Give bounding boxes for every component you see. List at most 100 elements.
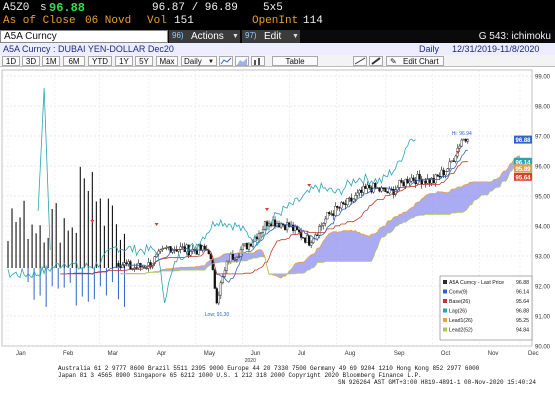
y-tick-label: 98.00 [535,105,551,111]
candle-body [318,226,321,236]
legend-swatch [443,280,447,284]
draw-tool-button[interactable] [369,56,383,66]
hi-annotation: Hi: 96.94 [452,131,472,137]
frequency-dropdown[interactable]: Daily ▼ [181,56,217,66]
actions-menu-label: Actions [191,31,224,42]
low-annotation: Low: 91.30 [205,312,230,318]
candle-body [127,261,130,265]
candle-body [177,249,180,252]
candle-body [265,221,269,227]
line-chart-type-button[interactable] [219,56,233,66]
legend-series-value: 95.64 [516,299,529,305]
actions-menu-number: 96) [172,31,184,40]
mountain-chart-type-button[interactable] [235,56,249,66]
candle-body [217,294,220,304]
candle-body [412,177,415,181]
edit-menu-button[interactable]: 97) Edit ▼ [242,30,300,43]
candle-body [283,224,287,231]
security-field[interactable]: A5A Curncy [0,30,168,43]
y-tick-label: 92.00 [535,285,551,291]
candle-body [434,174,437,184]
candle-body [247,243,251,250]
edit-chart-label: Edit Chart [403,57,439,66]
candle-body [161,248,164,250]
legend-series-value: 96.14 [516,290,529,296]
legend-series-name: Lead2(52) [449,328,473,334]
candle-body [450,160,453,163]
vol-label: Vol [147,15,167,27]
candle-body [446,168,449,172]
candle-body [312,238,315,244]
candle-body [408,180,411,184]
candle-body [398,180,401,188]
candle-body [259,232,263,234]
period-button-3d[interactable]: 3D [22,56,40,66]
last-prefix: s [40,2,47,14]
x-tick-label: Jun [251,351,261,357]
period-button-1m[interactable]: 1M [42,56,60,66]
period-button-1d[interactable]: 1D [2,56,20,66]
candle-body [322,223,325,226]
date-range[interactable]: 12/31/2019-11/8/2020 [452,43,539,55]
candle-body [163,247,166,250]
candle-body [231,253,234,260]
candle-body [320,225,323,227]
candle-body [141,266,144,268]
candle-body [229,253,232,263]
candle-body [243,243,247,246]
candle-body [189,251,192,256]
table-button[interactable]: Table [272,56,318,66]
candle-body [338,207,341,209]
x-tick-label: Apr [157,351,166,357]
candle-body [444,171,447,176]
caret-down-icon: ▼ [208,59,214,65]
period-button-6m[interactable]: 6M [63,56,85,66]
period-button-1y[interactable]: 1Y [115,56,133,66]
period-button-max[interactable]: Max [156,56,178,66]
candle-body [422,180,425,185]
line-tool-icon [354,57,366,65]
edit-chart-button[interactable]: ✎ Edit Chart [386,56,444,66]
candle-body [328,212,331,214]
candle-body [362,186,365,193]
candle-body [448,161,451,169]
footer-line-2: Japan 81 3 4565 8900 Singapore 65 6212 1… [58,372,422,379]
vol-value: 151 [174,15,194,27]
candle-body [402,182,405,187]
open-int-value: 114 [303,15,323,27]
bar-chart-type-button[interactable] [251,56,265,66]
price-tag-value: 95.89 [516,167,532,173]
candle-body [261,229,265,233]
legend-swatch [443,308,447,313]
period-button-ytd[interactable]: YTD [88,56,112,66]
candle-body [462,138,465,141]
actions-menu-button[interactable]: 96) Actions ▼ [169,30,240,43]
period-button-5y[interactable]: 5Y [135,56,153,66]
x-tick-label: Nov [488,351,499,357]
candle-body [235,257,238,260]
ichimoku-chart-svg: 99.00 98.00 97.00 96.00 95.00 94.00 93.00 92.00… [1,69,551,364]
candle-body [241,244,245,250]
as-of-label: As of Close [3,15,76,27]
candle-body [117,263,120,267]
candle-body [378,187,381,192]
candle-body [298,229,301,233]
candle-body [384,188,387,192]
price-tag-value: 95.64 [516,175,532,181]
y-tick-label: 99.00 [535,75,551,81]
candle-body [324,218,327,224]
ticker[interactable]: A5Z0 [3,2,29,14]
candle-body [292,224,295,231]
x-tick-label: Feb [63,351,74,357]
frequency-label: Daily [184,57,202,66]
legend-series-name: Conv(9) [449,290,468,296]
candle-body [416,173,419,184]
candle-body [137,263,140,269]
candle-body [336,206,339,208]
annotation-tool-button[interactable] [353,56,367,66]
candle-body [279,223,283,228]
ichimoku-chart[interactable]: 99.00 98.00 97.00 96.00 95.00 94.00 93.00 92.00… [0,68,555,400]
candle-body [213,269,216,289]
y-tick-label: 93.00 [535,255,551,261]
candle-body [316,234,319,236]
